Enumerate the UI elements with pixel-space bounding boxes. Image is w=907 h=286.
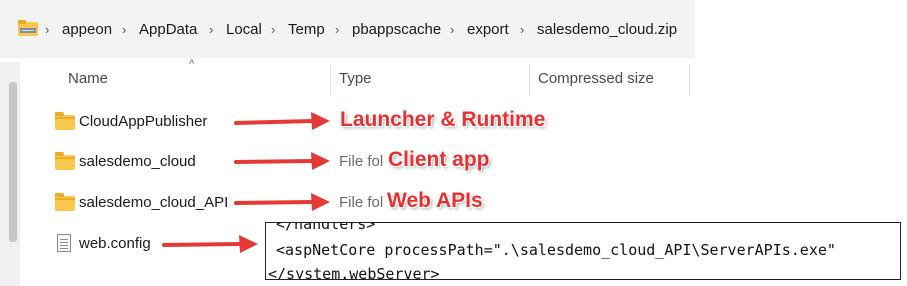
arrow-client <box>234 159 315 164</box>
arrow-webapi <box>234 200 315 205</box>
arrow-client-head <box>311 152 330 170</box>
web-config-snippet: </handlers> <aspNetCore processPath=".\s… <box>265 222 901 280</box>
code-line: </system.webServer> <box>268 265 440 280</box>
arrow-webapi-head <box>311 193 330 211</box>
arrow-webconfig-head <box>239 235 258 253</box>
code-line: <aspNetCore processPath=".\salesdemo_clo… <box>276 241 836 259</box>
arrow-launcher-head <box>311 112 330 130</box>
annotation-launcher-runtime: Launcher & Runtime <box>340 108 546 131</box>
annotation-client-app: Client app <box>388 148 490 171</box>
arrow-webconfig <box>162 242 243 247</box>
code-line: </handlers> <box>276 222 376 233</box>
annotation-web-apis: Web APIs <box>387 189 483 212</box>
arrow-launcher <box>234 119 315 125</box>
